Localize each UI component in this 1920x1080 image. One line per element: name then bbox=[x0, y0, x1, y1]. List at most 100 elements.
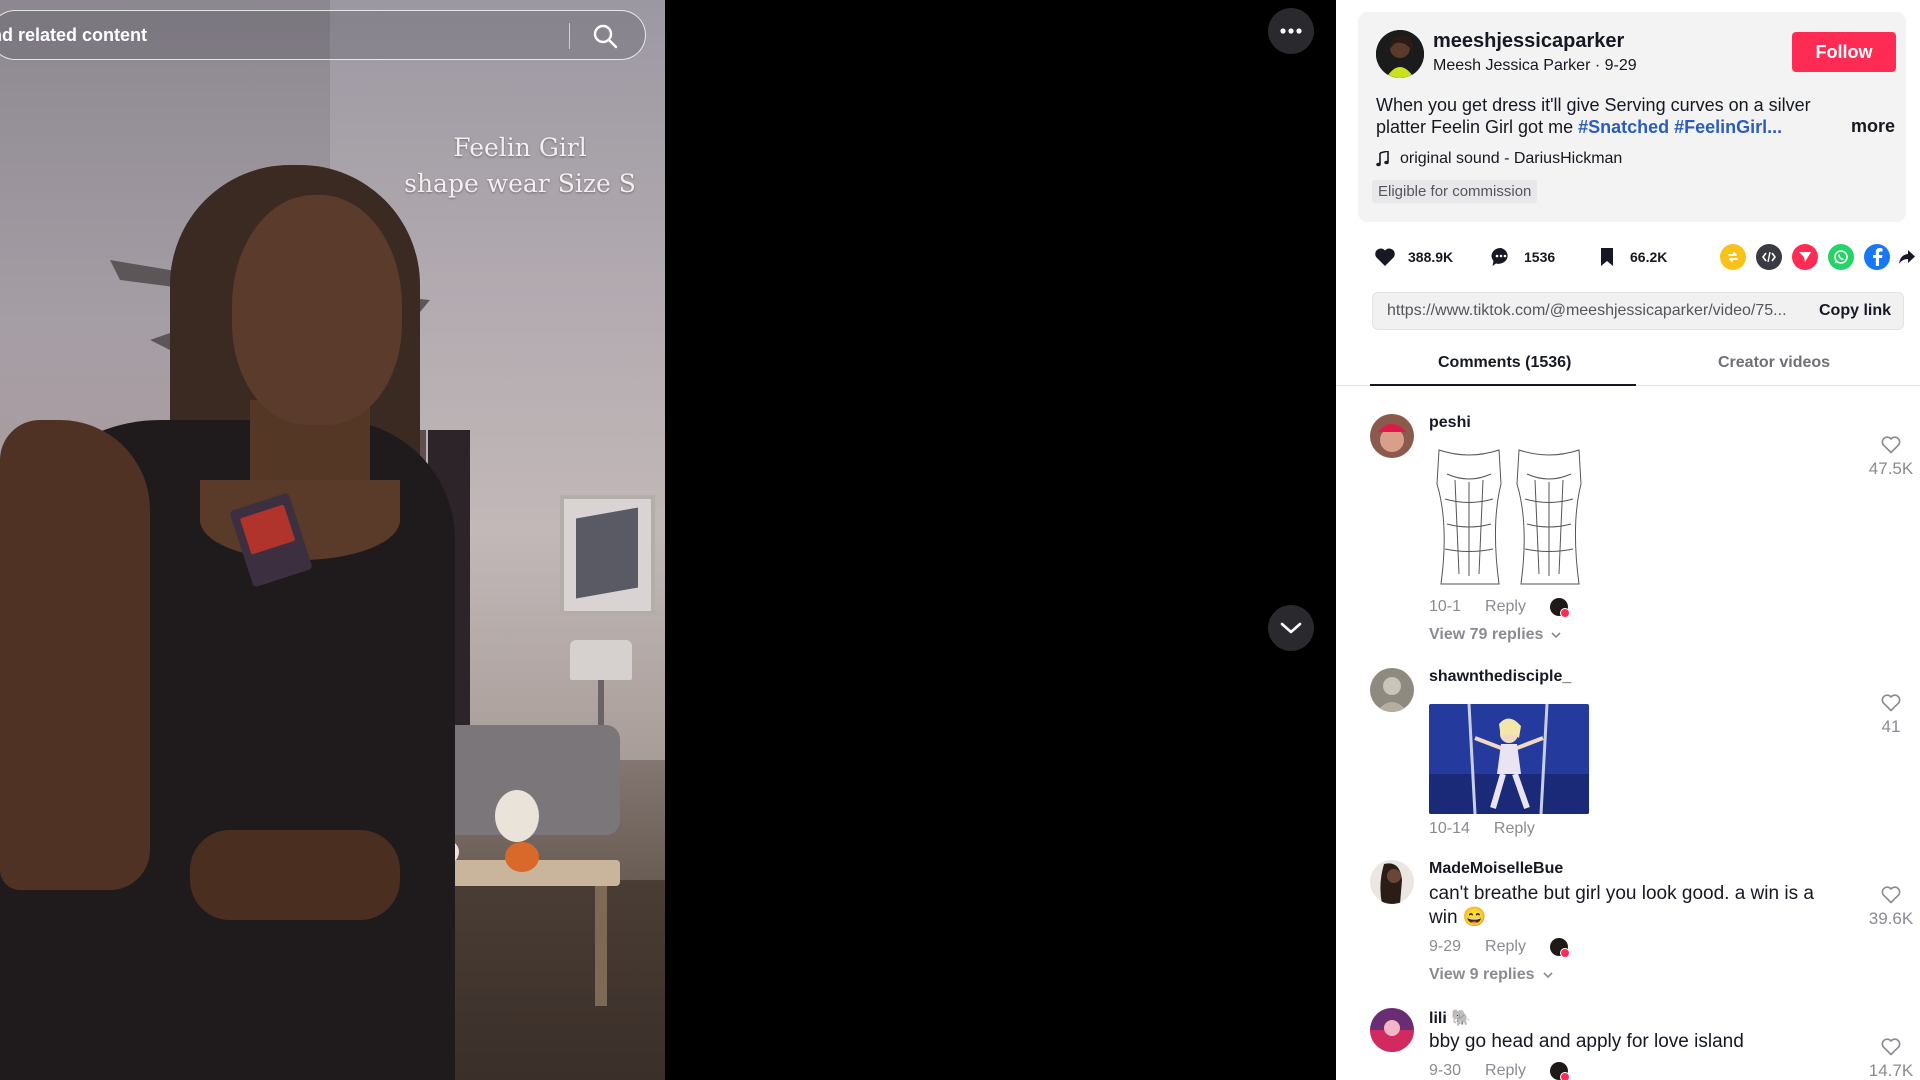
avatar-image bbox=[1376, 30, 1424, 78]
heart-outline-icon bbox=[1881, 1038, 1901, 1056]
comment-count: 1536 bbox=[1524, 249, 1556, 265]
comment-date: 9-29 bbox=[1429, 938, 1462, 955]
comment-date: 10-1 bbox=[1429, 598, 1462, 615]
heart-outline-icon bbox=[1881, 694, 1901, 712]
commenter-avatar[interactable] bbox=[1370, 414, 1414, 458]
comment-like-button[interactable]: 41 bbox=[1866, 694, 1916, 737]
comment-text: bby go head and apply for love island bbox=[1429, 1031, 1744, 1052]
comment-meta: 9-30 Reply bbox=[1429, 1062, 1570, 1080]
heart-outline-icon bbox=[1881, 436, 1901, 454]
follow-button[interactable]: Follow bbox=[1792, 32, 1896, 72]
comment-like-count: 47.5K bbox=[1868, 459, 1914, 478]
person-face bbox=[232, 195, 402, 425]
ghost-decor bbox=[495, 790, 539, 842]
comment-image-corset-sketch[interactable] bbox=[1429, 444, 1591, 592]
commenter-username[interactable]: MadeMoiselleBue bbox=[1429, 860, 1563, 878]
whatsapp-icon[interactable] bbox=[1828, 244, 1854, 270]
commenter-username[interactable]: lili 🐘 bbox=[1429, 1008, 1471, 1028]
details-panel: meeshjessicaparker Meesh Jessica Parker … bbox=[1336, 0, 1920, 1080]
search-icon[interactable] bbox=[591, 22, 619, 50]
reply-button[interactable]: Reply bbox=[1485, 938, 1526, 956]
author-username[interactable]: meeshjessicaparker bbox=[1433, 30, 1624, 53]
comment-meta: 10-1 Reply bbox=[1429, 598, 1570, 618]
comment-like-button[interactable]: 39.6K bbox=[1866, 886, 1916, 929]
author-avatar[interactable] bbox=[1376, 30, 1424, 78]
sound-link[interactable]: original sound - DariusHickman bbox=[1376, 150, 1622, 168]
author-display-name: Meesh Jessica Parker bbox=[1433, 57, 1591, 74]
comment-item: peshi 10-1 Reply View 79 replies 47.5K bbox=[1370, 414, 1913, 654]
commenter-avatar[interactable] bbox=[1370, 1008, 1414, 1052]
chevron-down-icon bbox=[1551, 631, 1562, 638]
expand-description-link[interactable]: more bbox=[1851, 116, 1895, 137]
comment-image-performer[interactable] bbox=[1429, 704, 1589, 814]
view-replies-button[interactable]: View 9 replies bbox=[1429, 966, 1553, 984]
hashtag-link[interactable]: #FeelinGirl bbox=[1674, 117, 1767, 137]
view-replies-button[interactable]: View 79 replies bbox=[1429, 626, 1562, 644]
tab-comments[interactable]: Comments (1536) bbox=[1438, 354, 1571, 372]
search-divider bbox=[569, 23, 570, 49]
more-options-button[interactable] bbox=[1268, 8, 1314, 54]
commenter-username[interactable]: shawnthedisciple_ bbox=[1429, 668, 1571, 686]
comment-meta: 9-29 Reply bbox=[1429, 938, 1570, 958]
comment-like-count: 39.6K bbox=[1868, 909, 1914, 928]
wall-picture bbox=[560, 495, 655, 615]
commenter-username[interactable]: peshi bbox=[1429, 414, 1471, 432]
embed-icon[interactable] bbox=[1756, 244, 1782, 270]
comment-item: lili 🐘 bby go head and apply for love is… bbox=[1370, 1008, 1913, 1080]
video-player[interactable]: Feelin Girl shape wear Size S nd related… bbox=[0, 0, 665, 1080]
share-arrow-icon[interactable] bbox=[1894, 244, 1920, 270]
ellipsis-icon bbox=[1280, 28, 1302, 34]
table-leg bbox=[595, 886, 607, 1006]
comment-icon bbox=[1488, 244, 1514, 270]
reply-button[interactable]: Reply bbox=[1485, 1062, 1526, 1080]
copy-link-bar: https://www.tiktok.com/@meeshjessicapark… bbox=[1372, 292, 1904, 330]
commenter-avatar[interactable] bbox=[1370, 860, 1414, 904]
reply-button[interactable]: Reply bbox=[1485, 598, 1526, 616]
hashtag-link[interactable]: #Snatched bbox=[1578, 117, 1669, 137]
separator-dot: · bbox=[1594, 57, 1605, 74]
video-caption-overlay: Feelin Girl shape wear Size S bbox=[400, 130, 640, 202]
sound-name: original sound - DariusHickman bbox=[1400, 150, 1623, 167]
like-button[interactable]: 388.9K bbox=[1372, 242, 1453, 272]
comment-item: MadeMoiselleBue can't breathe but girl y… bbox=[1370, 860, 1913, 990]
comment-like-button[interactable]: 47.5K bbox=[1866, 436, 1916, 479]
search-input[interactable]: nd related content bbox=[0, 25, 147, 46]
video-url[interactable]: https://www.tiktok.com/@meeshjessicapark… bbox=[1387, 302, 1805, 320]
bookmark-icon bbox=[1594, 244, 1620, 270]
chevron-down-icon bbox=[1542, 971, 1553, 978]
copy-link-button[interactable]: Copy link bbox=[1819, 302, 1891, 320]
person-hands bbox=[190, 830, 400, 920]
engagement-bar: 388.9K 1536 66.2K bbox=[1372, 242, 1915, 272]
next-video-button[interactable] bbox=[1268, 605, 1314, 651]
save-count: 66.2K bbox=[1630, 249, 1668, 265]
send-icon[interactable] bbox=[1792, 244, 1818, 270]
comment-button[interactable]: 1536 bbox=[1488, 242, 1555, 272]
save-button[interactable]: 66.2K bbox=[1594, 242, 1667, 272]
description-ellipsis: ... bbox=[1767, 117, 1783, 137]
post-description: When you get dress it'll give Serving cu… bbox=[1376, 94, 1836, 138]
active-tab-indicator bbox=[1370, 384, 1636, 386]
creator-liked-avatar bbox=[1549, 938, 1570, 958]
commenter-avatar[interactable] bbox=[1370, 668, 1414, 712]
facebook-icon[interactable] bbox=[1864, 244, 1890, 270]
comment-like-count: 41 bbox=[1881, 717, 1901, 736]
caption-line-2: shape wear Size S bbox=[404, 169, 636, 198]
comment-like-count: 14.7K bbox=[1868, 1061, 1914, 1080]
tab-creator-videos[interactable]: Creator videos bbox=[1718, 354, 1830, 372]
author-subline: Meesh Jessica Parker · 9-29 bbox=[1433, 57, 1637, 75]
search-bar[interactable]: nd related content bbox=[0, 10, 646, 60]
view-replies-label: View 9 replies bbox=[1429, 966, 1535, 983]
comment-date: 9-30 bbox=[1429, 1062, 1462, 1079]
heart-outline-icon bbox=[1881, 886, 1901, 904]
comment-item: shawnthedisciple_ 10-14 Reply 41 bbox=[1370, 668, 1900, 838]
comment-like-button[interactable]: 14.7K bbox=[1866, 1038, 1916, 1080]
reply-button[interactable]: Reply bbox=[1494, 820, 1535, 838]
comment-meta: 10-14 Reply bbox=[1429, 820, 1535, 838]
lamp-shade bbox=[570, 640, 632, 680]
repost-icon[interactable] bbox=[1720, 244, 1746, 270]
comment-date: 10-14 bbox=[1429, 820, 1470, 837]
commission-badge: Eligible for commission bbox=[1372, 180, 1538, 203]
panel-tabs: Comments (1536) Creator videos bbox=[1336, 348, 1920, 386]
like-count: 388.9K bbox=[1408, 249, 1454, 265]
music-note-icon bbox=[1376, 151, 1389, 167]
